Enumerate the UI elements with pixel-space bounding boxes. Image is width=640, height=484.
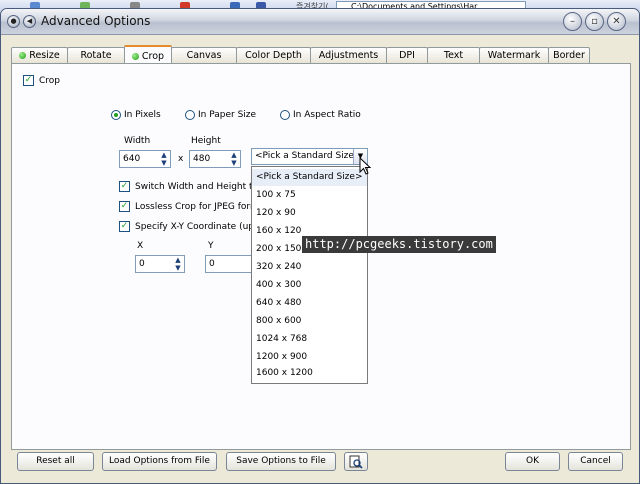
mouse-cursor-icon	[359, 157, 371, 175]
width-label: Width	[124, 136, 151, 146]
xy-coordinate-label: Specify X-Y Coordinate (upp	[135, 222, 260, 232]
dropdown-option[interactable]: 320 x 240	[252, 259, 367, 276]
dropdown-option[interactable]: 400 x 300	[252, 277, 367, 294]
in-paper-size-radio[interactable]	[185, 110, 195, 120]
tab-adjustments[interactable]: Adjustments	[310, 47, 387, 64]
in-paper-size-label: In Paper Size	[198, 110, 257, 120]
y-label: Y	[208, 241, 214, 251]
times-label: x	[178, 154, 184, 164]
y-input[interactable]: 0	[205, 255, 253, 273]
tab-watermark[interactable]: Watermark	[479, 47, 549, 64]
dropdown-option[interactable]: 120 x 90	[252, 205, 367, 222]
tab-border[interactable]: Border	[548, 47, 590, 64]
crop-label: Crop	[39, 76, 61, 86]
height-label: Height	[191, 136, 221, 146]
dropdown-option[interactable]: 100 x 75	[252, 187, 367, 204]
tab-crop[interactable]: Crop	[124, 45, 172, 64]
dropdown-option[interactable]: 800 x 600	[252, 313, 367, 330]
spin-arrows-icon[interactable]: ▲ ▼	[173, 256, 183, 272]
dropdown-option[interactable]: 1024 x 768	[252, 331, 367, 348]
spin-arrows-icon[interactable]: ▲ ▼	[229, 151, 239, 167]
reset-all-button[interactable]: Reset all	[17, 452, 94, 471]
close-icon[interactable]: ✕	[607, 12, 626, 31]
xy-coordinate-checkbox[interactable]: ✓	[119, 221, 130, 232]
cancel-button[interactable]: Cancel	[568, 452, 623, 471]
in-pixels-label: In Pixels	[124, 110, 161, 120]
switch-checkbox[interactable]: ✓	[119, 181, 130, 192]
crop-checkbox[interactable]: ✓	[23, 75, 34, 86]
system-menu-icon[interactable]: ●	[7, 15, 20, 28]
status-dot-icon	[19, 52, 27, 59]
lossless-label: Lossless Crop for JPEG form	[135, 202, 259, 212]
height-input[interactable]: 480 ▲ ▼	[189, 150, 241, 168]
tab-rotate[interactable]: Rotate	[67, 47, 125, 64]
maximize-icon[interactable]: ▫	[585, 12, 604, 31]
ok-button[interactable]: OK	[505, 452, 560, 471]
standard-size-dropdown: <Pick a Standard Size> 100 x 75 120 x 90…	[251, 166, 368, 384]
in-aspect-ratio-radio[interactable]	[280, 110, 290, 120]
x-input[interactable]: 0 ▲ ▼	[135, 255, 185, 273]
preview-button[interactable]	[344, 452, 368, 471]
save-options-button[interactable]: Save Options to File	[226, 452, 336, 471]
magnifier-icon	[349, 455, 363, 469]
lossless-checkbox[interactable]: ✓	[119, 201, 130, 212]
dropdown-option[interactable]: <Pick a Standard Size>	[252, 169, 367, 186]
load-options-button[interactable]: Load Options from File	[102, 452, 217, 471]
status-dot-icon	[131, 53, 139, 60]
standard-size-select[interactable]: <Pick a Standard Size> ▼	[251, 148, 368, 165]
tab-text[interactable]: Text	[427, 47, 480, 64]
tab-dpi[interactable]: DPI	[386, 47, 428, 64]
spin-arrows-icon[interactable]: ▲ ▼	[159, 151, 169, 167]
window-title: Advanced Options	[41, 14, 151, 28]
watermark-overlay: http://pcgeeks.tistory.com	[302, 236, 496, 253]
dropdown-option[interactable]: 1200 x 900	[252, 349, 367, 366]
tab-resize[interactable]: Resize	[11, 47, 68, 64]
dropdown-option[interactable]: 640 x 480	[252, 295, 367, 312]
tab-canvas[interactable]: Canvas	[171, 47, 237, 64]
switch-label: Switch Width and Height to m	[135, 182, 270, 192]
title-bar: ● ◀ Advanced Options – ▫ ✕	[1, 9, 639, 35]
x-label: X	[137, 241, 144, 251]
in-pixels-radio[interactable]	[111, 110, 121, 120]
in-aspect-ratio-label: In Aspect Ratio	[293, 110, 361, 120]
width-input[interactable]: 640 ▲ ▼	[119, 150, 171, 168]
dropdown-option[interactable]: 1600 x 1200	[252, 365, 367, 382]
minimize-icon[interactable]: –	[563, 12, 582, 31]
rollup-icon[interactable]: ◀	[23, 15, 36, 28]
tab-color-depth[interactable]: Color Depth	[236, 47, 311, 64]
